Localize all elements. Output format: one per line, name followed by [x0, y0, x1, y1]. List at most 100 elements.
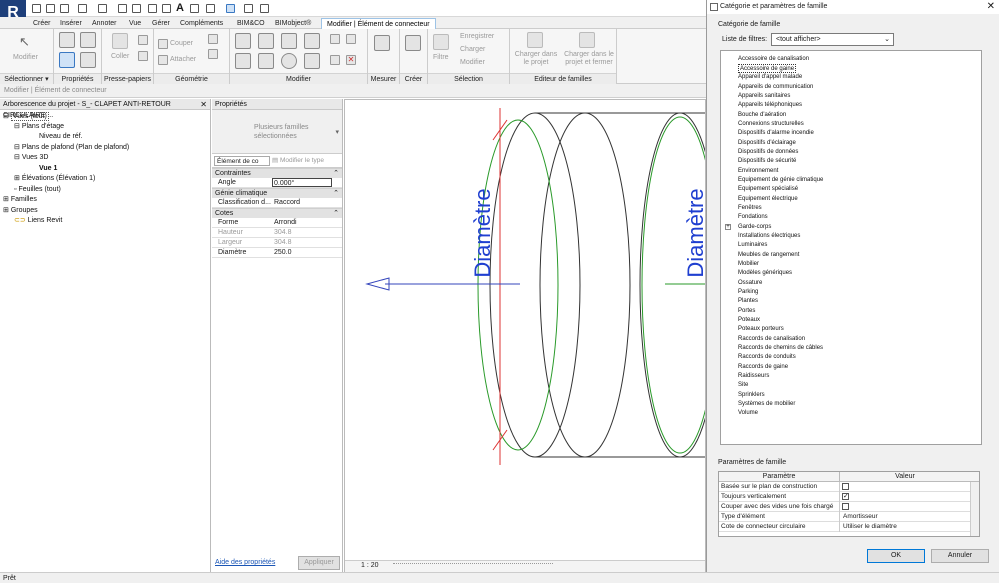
tab-annoter[interactable]: Annoter [87, 18, 122, 29]
array-icon[interactable] [304, 53, 320, 69]
checkbox-always-vertical[interactable]: ✓ [842, 493, 849, 500]
tab-inserer[interactable]: Insérer [55, 18, 87, 29]
tree-item-vue1[interactable]: Vue 1 [39, 164, 57, 174]
category-item[interactable]: Sprinklers [738, 391, 765, 400]
print-icon[interactable] [118, 4, 127, 13]
category-item[interactable]: Fondations [738, 213, 768, 222]
save-icon[interactable] [46, 4, 55, 13]
text-icon[interactable]: A [176, 2, 184, 14]
category-item[interactable]: Dispositifs de sécurité [738, 157, 796, 166]
prop-forme[interactable]: Forme Arrondi [212, 218, 342, 228]
category-item[interactable]: Site [738, 381, 748, 390]
category-item[interactable]: Luminaires [738, 241, 767, 250]
edit-type-button[interactable]: ▤ Modifier le type [272, 156, 324, 164]
section-icon[interactable] [206, 4, 215, 13]
edit-selection-button[interactable]: Modifier [460, 59, 485, 66]
group-dimensions[interactable]: Cotes ⌃ [212, 208, 342, 218]
category-item[interactable]: Environnement [738, 167, 778, 176]
properties-help-link[interactable]: Aide des propriétés [215, 559, 275, 566]
tab-vue[interactable]: Vue [124, 18, 146, 29]
mirror-axis-icon[interactable] [281, 33, 297, 49]
chevron-down-icon[interactable]: ▾ [335, 128, 339, 136]
group-constraints[interactable]: Contraintes ⌃ [212, 168, 342, 178]
split-icon[interactable] [258, 53, 274, 69]
view-controls[interactable] [393, 563, 553, 571]
category-item[interactable]: Raccords de conduits [738, 353, 796, 362]
cursor-icon[interactable]: ↖ [19, 34, 35, 50]
param-value[interactable]: Utiliser le diamètre [843, 522, 897, 532]
category-item[interactable]: Volume [738, 409, 758, 418]
3d-view-icon[interactable] [190, 4, 199, 13]
close-views-icon[interactable] [244, 4, 253, 13]
filter-button[interactable]: Filtre [433, 54, 449, 61]
undo-icon[interactable] [78, 4, 87, 13]
load-and-close-button[interactable]: Charger dans le projet et fermer [562, 51, 616, 67]
tab-bimobject[interactable]: BIMobject® [270, 18, 316, 29]
load-selection-button[interactable]: Charger [460, 46, 485, 53]
category-item[interactable]: Appareils de communication [738, 83, 813, 92]
category-item[interactable]: Bouche d'aération [738, 111, 786, 120]
category-item[interactable]: Fenêtres [738, 204, 762, 213]
paste-icon[interactable] [112, 33, 128, 49]
expand-icon[interactable]: + [725, 224, 731, 230]
category-item[interactable]: Mobilier [738, 260, 759, 269]
tab-gerer[interactable]: Gérer [147, 18, 175, 29]
category-item[interactable]: Accessoire de canalisation [738, 55, 809, 64]
tree-item-revit-links[interactable]: ⊂⊃ Liens Revit [14, 216, 62, 226]
join-icon[interactable] [158, 55, 168, 65]
modify-button[interactable]: Modifier [13, 54, 38, 61]
family-category-icon[interactable] [80, 52, 96, 68]
category-item[interactable]: Plantes [738, 297, 758, 306]
prop-classification[interactable]: Classification d... Raccord [212, 198, 342, 208]
offset-icon[interactable] [258, 33, 274, 49]
tree-item-3d-views[interactable]: ⊟ Vues 3D [14, 153, 48, 163]
scale-icon[interactable] [330, 55, 340, 65]
load-into-project-icon[interactable] [527, 32, 543, 48]
measure-tool-icon[interactable] [374, 35, 390, 51]
category-item[interactable]: Portes [738, 307, 755, 316]
trim-icon[interactable] [235, 53, 251, 69]
paste-button[interactable]: Coller [111, 53, 129, 60]
tab-modifier-connecteur[interactable]: Modifier | Élément de connecteur [321, 18, 436, 29]
thin-lines-icon[interactable] [226, 4, 235, 13]
category-item[interactable]: Appareils sanitaires [738, 92, 790, 101]
measure-icon[interactable] [132, 4, 141, 13]
category-item[interactable]: Raccords de chemins de câbles [738, 344, 823, 353]
category-list[interactable]: Accessoire de canalisation Accessoire de… [720, 50, 982, 445]
split-face-icon[interactable] [208, 34, 218, 44]
tree-item-views[interactable]: ⊟ Vues (tout) [3, 112, 49, 122]
open-icon[interactable] [32, 4, 41, 13]
load-into-project-button[interactable]: Charger dans le projet [513, 51, 559, 67]
switch-window-icon[interactable] [260, 4, 269, 13]
cut-icon[interactable] [138, 35, 148, 45]
category-item[interactable]: Garde-corps [738, 223, 771, 232]
tab-bimco[interactable]: BIM&CO [232, 18, 270, 29]
category-item[interactable]: Equipement spécialisé [738, 185, 798, 194]
cancel-button[interactable]: Annuler [931, 549, 989, 563]
properties-icon[interactable] [59, 52, 75, 68]
category-item[interactable]: Dispositifs d'éclairage [738, 139, 796, 148]
paint-icon[interactable] [208, 49, 218, 59]
family-types-icon[interactable] [80, 32, 96, 48]
category-item[interactable]: Appareils téléphoniques [738, 101, 802, 110]
params-scrollbar[interactable] [970, 482, 979, 536]
category-item[interactable]: Dispositifs d'alarme incendie [738, 129, 814, 138]
save-selection-button[interactable]: Enregistrer [460, 33, 494, 40]
category-item[interactable]: Equipement électrique [738, 195, 798, 204]
param-value[interactable]: Amortisseur [843, 512, 878, 522]
copy-element-icon[interactable] [346, 34, 356, 44]
category-item[interactable]: Connexions structurelles [738, 120, 804, 129]
cope-icon[interactable] [158, 39, 168, 49]
filter-select[interactable]: <tout afficher> ⌄ [771, 33, 894, 46]
apply-button[interactable]: Appliquer [298, 556, 340, 570]
category-item[interactable]: Systèmes de mobilier [738, 400, 795, 409]
ok-button[interactable]: OK [867, 549, 925, 563]
category-item[interactable]: Meubles de rangement [738, 251, 799, 260]
category-item[interactable]: Installations électriques [738, 232, 800, 241]
align-icon[interactable] [235, 33, 251, 49]
delete-icon[interactable]: ✕ [346, 55, 356, 65]
tree-item-ceiling-plans[interactable]: ⊟ Plans de plafond (Plan de plafond) [14, 143, 129, 153]
tree-item-floor-plans[interactable]: ⊟ Plans d'étage [14, 122, 64, 132]
tree-item-sheets[interactable]: ▫ Feuilles (tout) [14, 185, 61, 195]
group-mep[interactable]: Génie climatique ⌃ [212, 188, 342, 198]
